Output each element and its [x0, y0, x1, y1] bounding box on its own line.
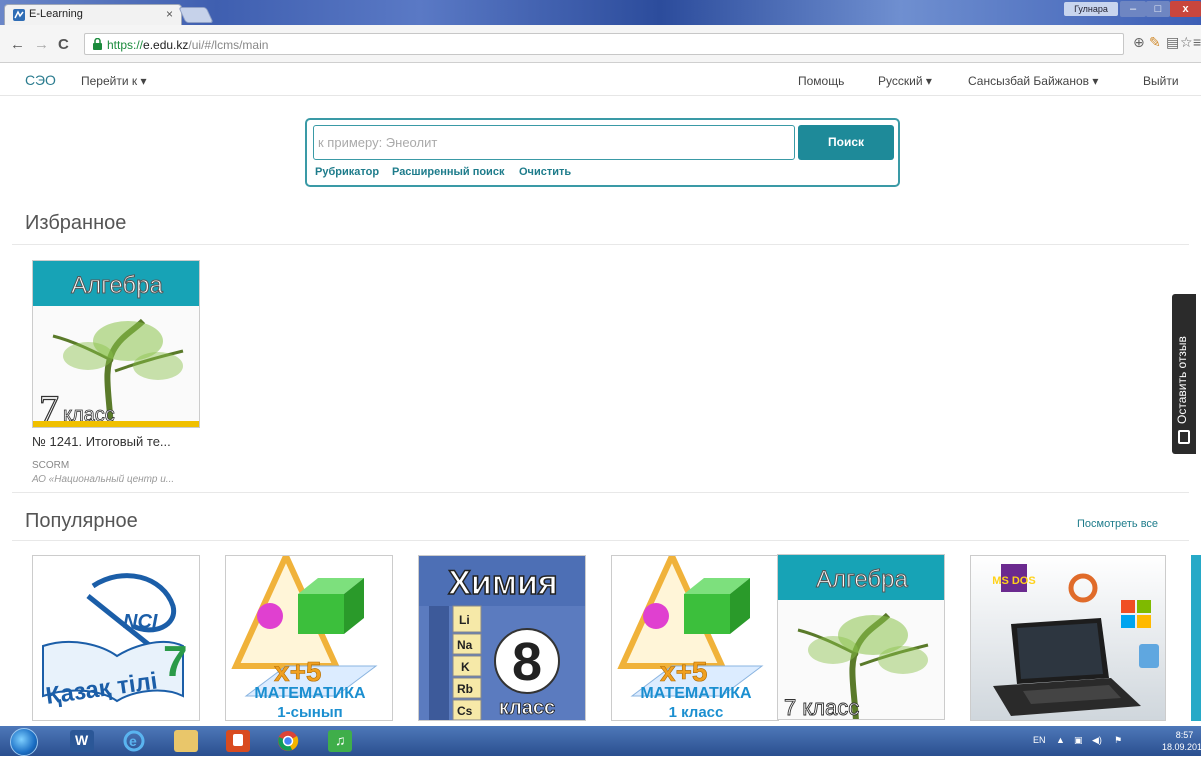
svg-text:7: 7 [163, 637, 187, 686]
popular-item-next-partial[interactable] [1191, 555, 1201, 721]
volume-icon[interactable]: ◀) [1092, 735, 1102, 746]
address-bar[interactable]: https://e.edu.kz/ui/#/lcms/main [84, 33, 1124, 55]
elearning-favicon-icon [13, 9, 25, 21]
popular-item-math-ru[interactable]: x+5 МАТЕМАТИКА 1 класс [611, 555, 779, 721]
windows-taskbar: W e ♫ EN ▲ ▣ ◀) ⚑ 8:57 18.09.2015 [0, 726, 1201, 756]
file-explorer-icon[interactable] [174, 730, 198, 752]
tab-close-icon[interactable]: × [166, 7, 173, 21]
svg-text:Химия: Химия [448, 564, 557, 602]
media-player-icon[interactable] [226, 730, 250, 752]
logout-link[interactable]: Выйти [1143, 74, 1179, 88]
svg-text:MS DOS: MS DOS [992, 575, 1035, 587]
kazakh-cover-image: NCI 7 Қазақ тілі [33, 556, 199, 720]
start-button[interactable] [10, 728, 38, 756]
svg-text:1-сынып: 1-сынып [277, 704, 342, 721]
network-icon[interactable]: ▣ [1074, 735, 1083, 746]
search-input[interactable]: к примеру: Энеолит [313, 125, 795, 160]
favorite-item-thumbnail[interactable]: Алгебра 7 класс [32, 260, 200, 428]
reload-icon[interactable]: C [58, 36, 69, 53]
action-center-flag-icon[interactable]: ⚑ [1114, 735, 1122, 746]
svg-text:NCI: NCI [123, 611, 158, 633]
favorite-item-type: SCORM [32, 460, 70, 471]
clock-time: 8:57 [1175, 730, 1194, 740]
svg-text:Li: Li [459, 613, 470, 627]
chrome-icon[interactable] [276, 730, 300, 752]
language-indicator[interactable]: EN [1033, 735, 1046, 745]
browser-toolbar: ← → C https://e.edu.kz/ui/#/lcms/main ⊕ … [0, 25, 1201, 63]
popular-item-kazakh[interactable]: NCI 7 Қазақ тілі [32, 555, 200, 721]
svg-text:МАТЕМАТИКА: МАТЕМАТИКА [640, 685, 752, 702]
svg-text:Na: Na [457, 638, 473, 652]
popular-item-computer[interactable]: MS DOS [970, 555, 1166, 721]
svg-text:7 класс: 7 класс [784, 695, 859, 720]
popular-divider-top [12, 492, 1189, 493]
translate-icon[interactable]: ▤ [1166, 34, 1179, 51]
brand-logo[interactable]: СЭО [25, 72, 56, 88]
forward-arrow-icon[interactable]: → [34, 36, 49, 53]
feedback-icon [1178, 430, 1190, 444]
svg-text:e: e [129, 733, 137, 749]
math-ru-cover-image: x+5 МАТЕМАТИКА 1 класс [612, 556, 778, 721]
show-hidden-icons-icon[interactable]: ▲ [1056, 735, 1065, 745]
zoom-icon[interactable]: ⊕ [1133, 34, 1145, 51]
advanced-search-link[interactable]: Расширенный поиск [392, 166, 504, 178]
popular-heading: Популярное [25, 510, 138, 532]
word-app-icon[interactable]: W [70, 730, 94, 752]
svg-text:Алгебра: Алгебра [71, 272, 163, 299]
clock-date: 18.09.2015 [1162, 742, 1201, 752]
goto-menu[interactable]: Перейти к ▾ [81, 74, 147, 88]
profile-user-badge[interactable]: Гулнара [1064, 2, 1118, 16]
rubricator-link[interactable]: Рубрикатор [315, 166, 379, 178]
svg-text:Алгебра: Алгебра [816, 566, 908, 593]
favorites-heading: Избранное [25, 212, 127, 234]
maximize-window-button[interactable]: □ [1146, 1, 1170, 17]
algebra-popular-cover-image: Алгебра 7 класс [778, 555, 944, 720]
svg-text:Cs: Cs [457, 704, 473, 718]
language-menu[interactable]: Русский ▾ [878, 74, 932, 88]
popular-item-algebra[interactable]: Алгебра 7 класс [777, 554, 945, 720]
music-app-icon[interactable]: ♫ [328, 730, 352, 752]
back-arrow-icon[interactable]: ← [10, 36, 25, 53]
feedback-tab[interactable]: Оставить отзыв [1172, 294, 1196, 454]
algebra-cover-image: Алгебра 7 класс [33, 261, 199, 427]
computer-cover-image: MS DOS [971, 556, 1165, 720]
clear-search-link[interactable]: Очистить [519, 166, 571, 178]
popular-item-math-kz[interactable]: x+5 МАТЕМАТИКА 1-сынып [225, 555, 393, 721]
feedback-label: Оставить отзыв [1175, 336, 1189, 424]
svg-text:класс: класс [499, 697, 555, 719]
minimize-window-button[interactable]: – [1120, 1, 1146, 17]
browser-titlebar: E-Learning × Гулнара – □ x [0, 0, 1201, 26]
extension-icon[interactable]: ✎ [1149, 34, 1161, 51]
chemistry-cover-image: Химия Li Na K Rb Cs 8 класс [419, 556, 585, 720]
popular-item-chemistry[interactable]: Химия Li Na K Rb Cs 8 класс [418, 555, 586, 721]
menu-icon[interactable]: ≡ [1193, 34, 1201, 50]
popular-divider [12, 540, 1189, 541]
url-text: https://e.edu.kz/ui/#/lcms/main [107, 38, 269, 52]
site-navbar: СЭО Перейти к ▾ Помощь Русский ▾ Сансызб… [0, 63, 1201, 96]
view-all-link[interactable]: Посмотреть все [1077, 518, 1158, 530]
svg-text:Rb: Rb [457, 682, 473, 696]
search-panel: к примеру: Энеолит Поиск Рубрикатор Расш… [305, 118, 900, 187]
svg-text:K: K [461, 660, 470, 674]
user-menu[interactable]: Сансызбай Байжанов ▾ [968, 74, 1098, 88]
svg-text:x+5: x+5 [274, 656, 322, 687]
system-clock[interactable]: 8:57 18.09.2015 [1162, 729, 1201, 753]
lock-icon [93, 38, 102, 50]
help-link[interactable]: Помощь [798, 74, 844, 88]
internet-explorer-icon[interactable]: e [122, 730, 146, 752]
new-tab-button[interactable] [178, 7, 214, 23]
math-kz-cover-image: x+5 МАТЕМАТИКА 1-сынып [226, 556, 392, 721]
svg-text:1 класс: 1 класс [669, 704, 724, 721]
browser-tab[interactable]: E-Learning × [4, 4, 182, 26]
favorite-item-org: АО «Национальный центр и... [32, 474, 175, 485]
svg-text:МАТЕМАТИКА: МАТЕМАТИКА [254, 685, 366, 702]
close-window-button[interactable]: x [1170, 1, 1201, 17]
favorite-item-title[interactable]: № 1241. Итоговый те... [32, 434, 171, 449]
favorites-divider [12, 244, 1189, 245]
bookmark-star-icon[interactable]: ☆ [1180, 34, 1193, 51]
search-button[interactable]: Поиск [798, 125, 894, 160]
tab-title: E-Learning [29, 8, 83, 20]
svg-text:x+5: x+5 [660, 656, 708, 687]
svg-text:8: 8 [512, 632, 542, 692]
